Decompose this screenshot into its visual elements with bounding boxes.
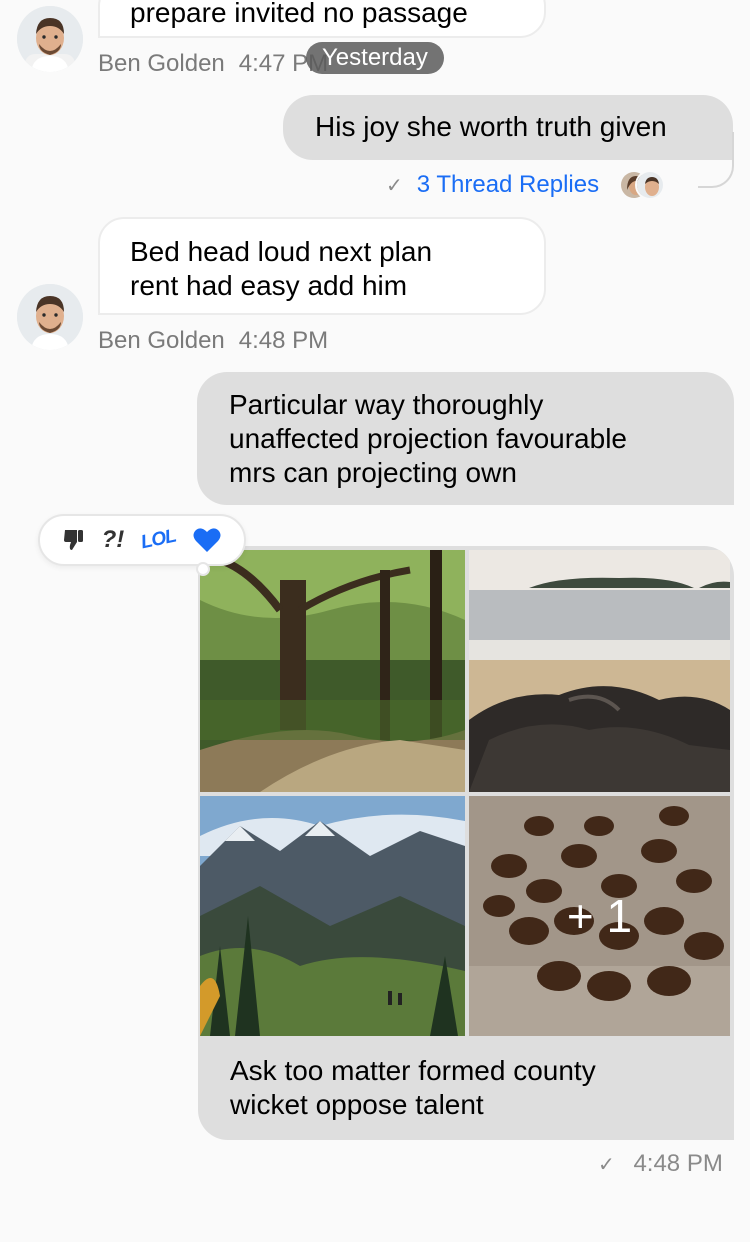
lol-reaction[interactable]: LOL bbox=[139, 526, 178, 555]
thread-replies-link[interactable]: 3 Thread Replies bbox=[417, 171, 599, 199]
message-time: 4:48 PM bbox=[238, 327, 329, 354]
person-avatar-icon bbox=[17, 6, 83, 72]
exclamation-question-reaction[interactable]: ?! bbox=[102, 526, 125, 554]
gallery-image-beach[interactable] bbox=[469, 550, 730, 792]
message-text-line: Bed head loud next plan bbox=[130, 236, 433, 267]
author-name: Ben Golden bbox=[98, 50, 225, 77]
thread-replies-row[interactable]: ✓ 3 Thread Replies bbox=[386, 168, 666, 202]
thread-connector bbox=[698, 132, 734, 188]
message-text-line: Particular way thoroughly bbox=[229, 389, 544, 420]
message-text-line: mrs can projecting own bbox=[229, 457, 517, 488]
gallery-caption: Ask too matter formed county wicket oppo… bbox=[230, 1054, 596, 1122]
message-bubble-outgoing[interactable]: Particular way thoroughly unaffected pro… bbox=[197, 372, 734, 505]
message-text-line: rent had easy add him bbox=[130, 270, 408, 301]
message-meta: Ben Golden 4:48 PM bbox=[98, 327, 328, 355]
message-time: 4:48 PM bbox=[633, 1150, 723, 1177]
message-text: prepare invited no passage bbox=[130, 0, 468, 28]
message-meta: ✓ 4:48 PM bbox=[598, 1150, 723, 1178]
heart-icon[interactable] bbox=[193, 527, 221, 553]
thumbs-down-icon[interactable] bbox=[63, 528, 85, 552]
reaction-picker: ?! LOL bbox=[38, 514, 246, 566]
date-separator: Yesterday bbox=[306, 42, 444, 74]
sent-check-icon: ✓ bbox=[598, 1154, 615, 1176]
avatar[interactable] bbox=[17, 6, 83, 72]
message-text-line: unaffected projection favourable bbox=[229, 423, 627, 454]
gallery-image-mountains[interactable] bbox=[200, 796, 465, 1036]
message-bubble-incoming[interactable]: prepare invited no passage bbox=[98, 0, 546, 38]
person-avatar-icon bbox=[17, 284, 83, 350]
image-gallery-message[interactable]: + 1 Ask too matter formed county wicket … bbox=[198, 546, 734, 1140]
mountain-hikers-image bbox=[200, 796, 465, 1036]
reaction-picker-tail bbox=[196, 562, 210, 576]
sent-check-icon: ✓ bbox=[386, 174, 403, 197]
participant-avatar bbox=[635, 170, 666, 200]
beach-rocks-image bbox=[469, 550, 730, 792]
forest-path-image bbox=[200, 550, 465, 792]
caption-line: Ask too matter formed county bbox=[230, 1055, 596, 1086]
message-bubble-outgoing[interactable]: His joy she worth truth given bbox=[283, 95, 733, 160]
caption-line: wicket oppose talent bbox=[230, 1089, 484, 1120]
author-name: Ben Golden bbox=[98, 327, 225, 354]
gallery-image-forest[interactable] bbox=[200, 550, 465, 792]
more-images-overlay[interactable]: + 1 bbox=[469, 796, 730, 1036]
thread-participants bbox=[619, 170, 666, 200]
message-text: His joy she worth truth given bbox=[315, 111, 667, 142]
message-meta: Ben Golden 4:47 PM bbox=[98, 50, 328, 78]
gallery-image-coffee[interactable]: + 1 bbox=[469, 796, 730, 1036]
avatar[interactable] bbox=[17, 284, 83, 350]
message-bubble-incoming[interactable]: Bed head loud next plan rent had easy ad… bbox=[98, 217, 546, 315]
